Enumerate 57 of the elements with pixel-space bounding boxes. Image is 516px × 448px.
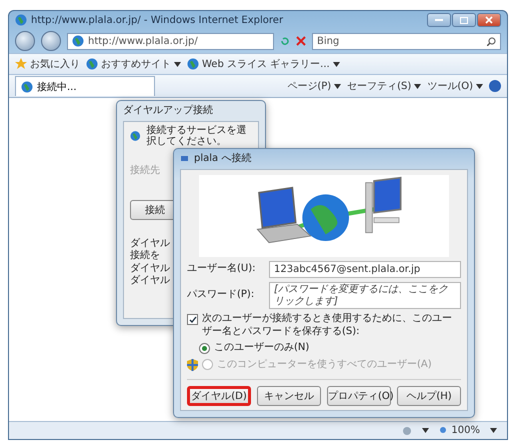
caret-icon <box>334 84 342 88</box>
browser-tab[interactable]: 接続中... <box>15 76 155 96</box>
command-menu[interactable]: ページ(P) <box>287 79 342 93</box>
command-menu[interactable]: ツール(O) <box>427 79 483 93</box>
browser-logo-icon <box>15 14 27 26</box>
stop-icon[interactable] <box>296 36 306 46</box>
back-button[interactable] <box>15 31 35 51</box>
caret-icon <box>414 84 422 88</box>
field-label: ユーザー名(U): <box>187 263 256 276</box>
page-icon <box>72 35 84 47</box>
caret-icon <box>332 62 340 66</box>
maximize-button[interactable] <box>452 13 476 27</box>
dialog-title: ダイヤルアップ接続 <box>123 104 213 118</box>
radio-button[interactable] <box>199 342 210 354</box>
dialog-button[interactable]: プロパティ(O) <box>327 386 391 406</box>
shield-icon <box>187 358 198 371</box>
command-menu[interactable]: セーフティ(S) <box>347 79 422 93</box>
connection-icon <box>180 154 190 164</box>
note-text: ダイヤル <box>130 275 170 288</box>
checkbox-label: 次のユーザーが接続するとき使用するために、このユーザー名とパスワードを保存する(S): <box>202 313 453 338</box>
dialog-title: plala へ接続 <box>194 152 252 166</box>
globe-icon <box>86 58 98 70</box>
close-icon <box>485 16 493 24</box>
maximize-icon <box>460 16 468 24</box>
globe-icon <box>187 58 199 70</box>
caret-icon <box>490 428 497 433</box>
radio-label: このユーザーのみ(N) <box>214 342 310 354</box>
address-field[interactable]: http://www.plala.or.jp/ <box>67 32 274 50</box>
search-field[interactable]: Bing <box>312 32 501 50</box>
instruction-text: 接続するサービスを選択してください。 <box>146 125 248 148</box>
dialog-button[interactable]: ヘルプ(H) <box>397 386 461 406</box>
caret-icon <box>174 62 181 66</box>
note-text: ダイヤル <box>130 262 170 275</box>
zoom-level[interactable]: 100% <box>439 425 480 436</box>
favorites-button[interactable]: お気に入り <box>15 57 80 71</box>
search-icon[interactable] <box>487 36 496 46</box>
star-icon <box>15 58 27 70</box>
note-text: 接続を <box>130 250 160 263</box>
dialog-button[interactable]: キャンセル <box>257 386 321 406</box>
password-field[interactable]: [パスワードを変更するには、ここをクリックします] <box>269 282 461 309</box>
radio-label: このコンピューターを使うすべてのユーザー(A) <box>217 358 432 371</box>
favorites-bar-link[interactable]: おすすめサイト <box>86 57 181 71</box>
note-text: ダイヤル <box>130 238 170 250</box>
field-label: 接続先 <box>130 165 160 178</box>
close-button[interactable] <box>477 13 501 27</box>
checkbox[interactable] <box>187 314 198 325</box>
caret-icon <box>476 84 483 88</box>
globe-icon <box>21 80 33 92</box>
minimize-button[interactable] <box>427 13 451 27</box>
window-title: http://www.plala.or.jp/ - Windows Internet Explorer <box>31 14 284 26</box>
username-field[interactable]: 123abc4567@sent.plala.or.jp <box>269 261 461 278</box>
forward-button[interactable] <box>41 31 61 51</box>
favorites-bar-link[interactable]: Web スライス ギャラリー... <box>187 57 340 71</box>
caret-icon <box>422 428 430 433</box>
minimize-icon <box>435 19 443 21</box>
dialog-button[interactable]: ダイヤル(D) <box>187 386 251 406</box>
field-label: パスワード(P): <box>187 289 256 302</box>
